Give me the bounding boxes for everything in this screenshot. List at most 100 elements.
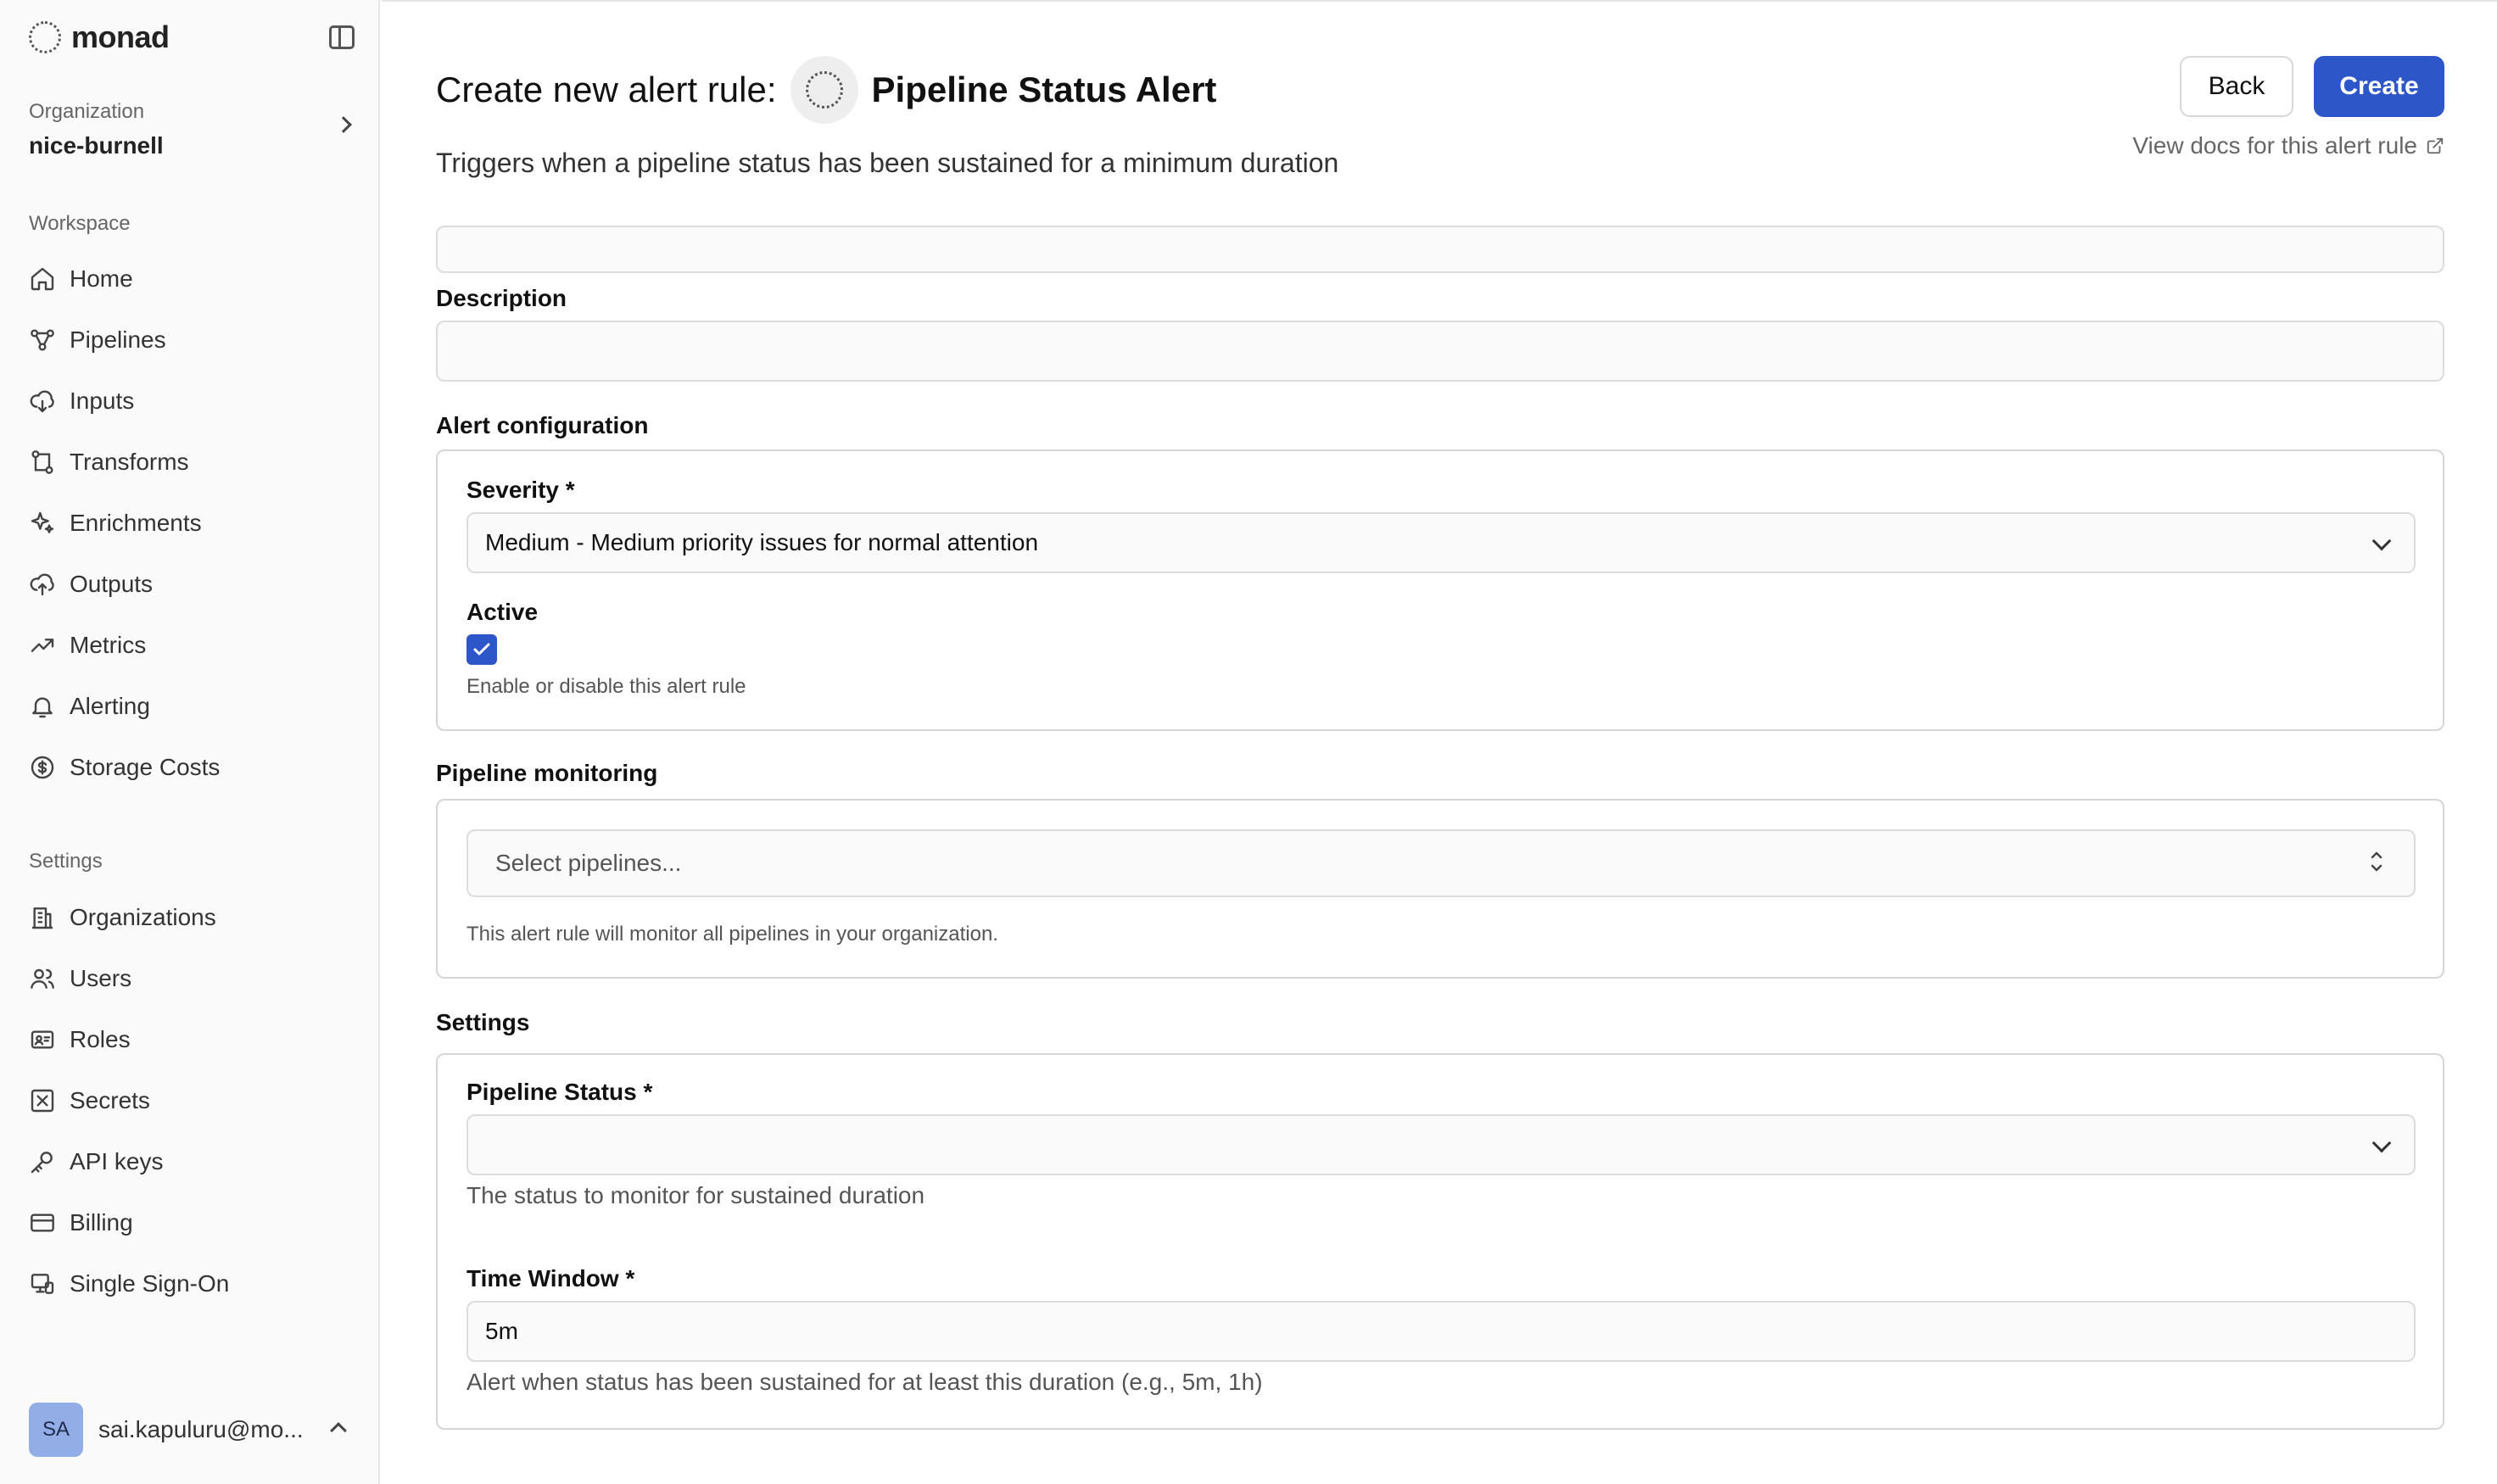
org-label: Organization [29, 100, 145, 123]
bell-icon [32, 697, 53, 718]
chevron-right-icon[interactable] [335, 116, 352, 133]
sidebar-item-label: Single Sign-On [70, 1270, 230, 1297]
page-subtitle: Triggers when a pipeline status has been… [436, 148, 1339, 178]
git-branch-icon [31, 450, 53, 474]
avatar: SA [29, 1403, 83, 1457]
org-switcher[interactable]: nice-burnell [29, 132, 164, 159]
sidebar-item-label: Organizations [70, 904, 216, 930]
chevron-down-icon [2371, 531, 2392, 551]
description-input[interactable] [436, 321, 2444, 382]
cloud-upload-icon [30, 573, 54, 596]
check-icon [473, 643, 490, 656]
monad-logo-icon [29, 21, 61, 53]
settings-heading: Settings [436, 1009, 530, 1035]
active-label: Active [466, 599, 539, 625]
sparkles-icon [31, 511, 54, 533]
trending-up-icon [31, 639, 54, 652]
sidebar-item-label: Alerting [70, 693, 150, 719]
sidebar: monad Organization nice-burnell Workspac… [0, 0, 380, 1484]
back-button[interactable]: Back [2180, 56, 2293, 117]
page-title: Create new alert rule: Pipeline Status A… [436, 56, 1216, 124]
time-window-label: Time Window * [466, 1265, 635, 1292]
main-content: Create new alert rule: Pipeline Status A… [382, 0, 2497, 1484]
sidebar-item-label: API keys [70, 1148, 164, 1174]
name-input[interactable] [436, 226, 2444, 273]
sidebar-item-api-keys[interactable]: API keys [15, 1138, 363, 1186]
sidebar-item-alerting[interactable]: Alerting [15, 683, 363, 730]
active-hint: Enable or disable this alert rule [466, 675, 746, 698]
severity-label: Severity * [466, 477, 575, 503]
credit-card-icon [31, 1213, 54, 1232]
sidebar-item-label: Metrics [70, 632, 147, 658]
sidebar-item-roles[interactable]: Roles [15, 1016, 363, 1063]
pipeline-monitoring-hint: This alert rule will monitor all pipelin… [466, 923, 998, 946]
severity-value: Medium - Medium priority issues for norm… [485, 529, 1039, 555]
settings-heading: Settings [29, 850, 103, 873]
chevron-down-icon [2371, 1133, 2392, 1153]
sidebar-item-outputs[interactable]: Outputs [15, 561, 363, 608]
sidebar-item-organizations[interactable]: Organizations [15, 894, 363, 941]
sidebar-item-label: Inputs [70, 388, 135, 414]
sidebar-item-label: Transforms [70, 449, 189, 475]
sso-icon [31, 1274, 54, 1294]
sidebar-item-label: Roles [70, 1026, 131, 1052]
pipeline-status-select[interactable] [466, 1114, 2416, 1175]
home-icon [31, 267, 54, 291]
users-icon [31, 968, 54, 989]
sidebar-item-label: Billing [70, 1209, 133, 1236]
pipeline-monitoring-card: Select pipelines... This alert rule will… [436, 799, 2444, 979]
cloud-download-icon [30, 390, 54, 413]
sidebar-item-label: Users [70, 965, 132, 991]
user-menu[interactable]: SA sai.kapuluru@mo... [29, 1403, 304, 1457]
lock-box-icon [31, 1089, 54, 1113]
sidebar-item-label: Secrets [70, 1087, 150, 1113]
sidebar-item-billing[interactable]: Billing [15, 1199, 363, 1247]
sidebar-item-storage-costs[interactable]: Storage Costs [15, 744, 363, 791]
sidebar-item-home[interactable]: Home [15, 255, 363, 303]
sidebar-item-metrics[interactable]: Metrics [15, 622, 363, 669]
sidebar-item-inputs[interactable]: Inputs [15, 377, 363, 425]
sidebar-item-single-sign-on[interactable]: Single Sign-On [15, 1260, 363, 1308]
create-button[interactable]: Create [2314, 56, 2444, 117]
active-checkbox[interactable] [466, 634, 497, 665]
sidebar-toggle-icon[interactable] [329, 25, 355, 49]
building-icon [32, 907, 53, 929]
docs-link-label: View docs for this alert rule [2132, 132, 2417, 159]
chevron-up-down-icon [2371, 851, 2382, 872]
sidebar-item-label: Outputs [70, 571, 154, 597]
title-prefix: Create new alert rule: [436, 70, 777, 109]
settings-card: Pipeline Status * The status to monitor … [436, 1053, 2444, 1430]
time-window-hint: Alert when status has been sustained for… [466, 1369, 1263, 1395]
user-email: sai.kapuluru@mo... [98, 1416, 304, 1442]
key-icon [31, 1152, 53, 1174]
severity-select[interactable]: Medium - Medium priority issues for norm… [466, 512, 2416, 573]
time-window-input[interactable]: 5m [466, 1301, 2416, 1362]
sidebar-item-label: Enrichments [70, 510, 202, 536]
brand[interactable]: monad [29, 19, 170, 56]
pipelines-icon [31, 329, 54, 351]
sidebar-item-label: Pipelines [70, 326, 166, 353]
external-link-icon [2427, 137, 2444, 154]
dollar-circle-icon [31, 756, 54, 779]
pipeline-monitoring-heading: Pipeline monitoring [436, 760, 658, 786]
pipeline-status-label: Pipeline Status * [466, 1079, 653, 1105]
sidebar-item-label: Storage Costs [70, 754, 221, 780]
description-label: Description [436, 285, 567, 311]
pipelines-select-placeholder: Select pipelines... [495, 850, 682, 876]
sidebar-item-users[interactable]: Users [15, 955, 363, 1002]
docs-link[interactable]: View docs for this alert rule [2132, 132, 2444, 159]
brand-name: monad [71, 20, 170, 54]
sidebar-item-transforms[interactable]: Transforms [15, 438, 363, 486]
sidebar-item-secrets[interactable]: Secrets [15, 1077, 363, 1124]
pipelines-select[interactable]: Select pipelines... [466, 829, 2416, 897]
sidebar-item-enrichments[interactable]: Enrichments [15, 499, 363, 547]
time-window-value: 5m [485, 1318, 518, 1344]
alert-type-name: Pipeline Status Alert [871, 70, 1217, 109]
workspace-heading: Workspace [29, 212, 131, 235]
top-divider [382, 0, 2497, 2]
alert-type-icon [790, 56, 858, 124]
alert-configuration-heading: Alert configuration [436, 412, 649, 438]
id-card-icon [31, 1030, 54, 1049]
sidebar-item-pipelines[interactable]: Pipelines [15, 316, 363, 364]
chevron-up-icon[interactable] [330, 1422, 347, 1439]
